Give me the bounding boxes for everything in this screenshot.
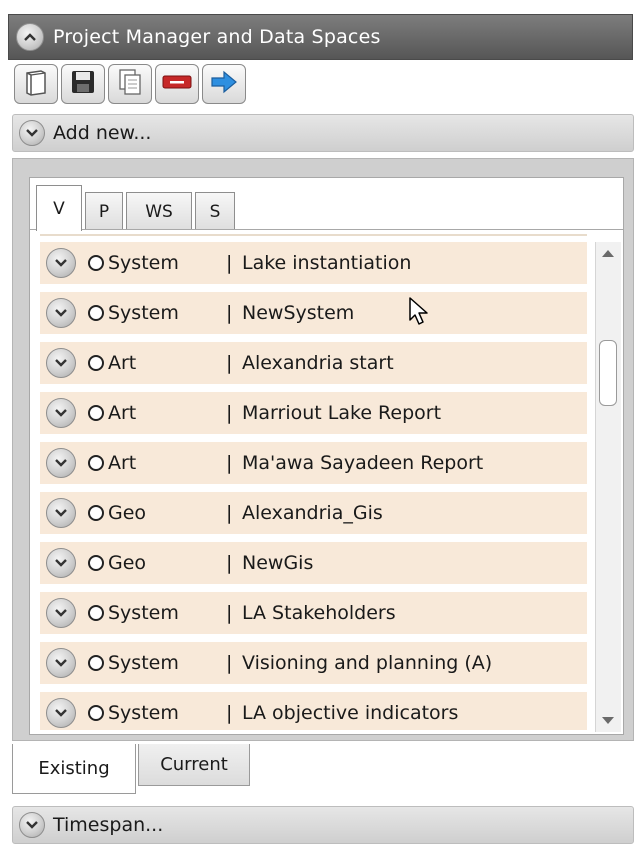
- list-divider: [40, 234, 587, 236]
- panel-title: Project Manager and Data Spaces: [53, 26, 381, 48]
- save-button[interactable]: [61, 64, 105, 104]
- item-category: Art: [108, 402, 137, 424]
- list-item[interactable]: Art | Marriout Lake Report: [40, 392, 587, 434]
- chevron-up-icon[interactable]: [16, 23, 44, 51]
- item-separator: |: [226, 702, 233, 724]
- item-name: NewSystem: [242, 302, 355, 324]
- panel-header[interactable]: Project Manager and Data Spaces: [8, 14, 633, 60]
- item-category: System: [108, 302, 179, 324]
- data-space-list: System | Lake instantiation System | NewSyste…: [40, 242, 587, 730]
- chevron-down-icon[interactable]: [46, 548, 76, 578]
- chevron-down-icon[interactable]: [46, 598, 76, 628]
- arrow-right-icon: [209, 68, 239, 100]
- item-name: Lake instantiation: [242, 252, 412, 274]
- chevron-down-icon[interactable]: [46, 398, 76, 428]
- item-category: Geo: [108, 552, 147, 574]
- add-new-bar[interactable]: Add new...: [12, 114, 634, 152]
- list-item[interactable]: Art | Alexandria start: [40, 342, 587, 384]
- list-item[interactable]: Geo | NewGis: [40, 542, 587, 584]
- tab-strip: V P WS S: [30, 178, 238, 231]
- chevron-down-icon[interactable]: [46, 298, 76, 328]
- radio-button[interactable]: [88, 605, 104, 621]
- item-separator: |: [226, 402, 233, 424]
- item-separator: |: [226, 452, 233, 474]
- chevron-down-icon[interactable]: [46, 448, 76, 478]
- chevron-down-icon[interactable]: [46, 248, 76, 278]
- item-name: LA objective indicators: [242, 702, 459, 724]
- item-separator: |: [226, 302, 233, 324]
- timespan-label: Timespan...: [53, 814, 164, 836]
- radio-button[interactable]: [88, 705, 104, 721]
- item-name: Alexandria_Gis: [242, 502, 383, 524]
- item-category: System: [108, 652, 179, 674]
- item-category: Art: [108, 352, 137, 374]
- copy-button[interactable]: [108, 64, 152, 104]
- save-icon: [69, 68, 97, 100]
- radio-button[interactable]: [88, 355, 104, 371]
- item-separator: |: [226, 252, 233, 274]
- toolbar: [14, 64, 246, 106]
- chevron-down-icon[interactable]: [46, 498, 76, 528]
- list-item[interactable]: System | LA Stakeholders: [40, 592, 587, 634]
- radio-button[interactable]: [88, 255, 104, 271]
- remove-icon: [161, 72, 193, 96]
- list-item[interactable]: Art | Ma'awa Sayadeen Report: [40, 442, 587, 484]
- radio-button[interactable]: [88, 555, 104, 571]
- item-category: System: [108, 252, 179, 274]
- top-frame: [0, 0, 639, 12]
- scroll-up-arrow-icon[interactable]: [602, 250, 614, 257]
- item-name: Ma'awa Sayadeen Report: [242, 452, 484, 474]
- list-item[interactable]: System | Lake instantiation: [40, 242, 587, 284]
- tab-divider: [30, 229, 623, 230]
- next-button[interactable]: [202, 64, 246, 104]
- bottom-tab-strip: Existing Current: [12, 744, 252, 796]
- copy-icon: [116, 67, 144, 101]
- radio-button[interactable]: [88, 305, 104, 321]
- radio-button[interactable]: [88, 505, 104, 521]
- data-spaces-panel: V P WS S System | Lake instantiation System…: [12, 158, 634, 741]
- item-separator: |: [226, 352, 233, 374]
- list-item[interactable]: System | Visioning and planning (A): [40, 642, 587, 684]
- timespan-bar[interactable]: Timespan...: [12, 806, 634, 844]
- vertical-scrollbar[interactable]: [595, 242, 621, 732]
- tab-v[interactable]: V: [36, 185, 82, 231]
- remove-button[interactable]: [155, 64, 199, 104]
- item-separator: |: [226, 552, 233, 574]
- scroll-thumb[interactable]: [599, 340, 617, 406]
- tab-s[interactable]: S: [195, 192, 235, 230]
- scroll-down-arrow-icon[interactable]: [602, 717, 614, 724]
- list-item[interactable]: System | LA objective indicators: [40, 692, 587, 730]
- item-separator: |: [226, 602, 233, 624]
- item-separator: |: [226, 502, 233, 524]
- chevron-down-icon[interactable]: [19, 812, 45, 838]
- item-name: Marriout Lake Report: [242, 402, 442, 424]
- chevron-down-icon[interactable]: [46, 698, 76, 728]
- chevron-down-icon[interactable]: [46, 648, 76, 678]
- open-book-icon: [21, 67, 51, 101]
- item-name: NewGis: [242, 552, 314, 574]
- tab-p[interactable]: P: [85, 192, 123, 230]
- tab-current[interactable]: Current: [138, 744, 250, 786]
- item-category: Art: [108, 452, 137, 474]
- list-item[interactable]: Geo | Alexandria_Gis: [40, 492, 587, 534]
- item-category: System: [108, 702, 179, 724]
- item-name: Visioning and planning (A): [242, 652, 493, 674]
- open-button[interactable]: [14, 64, 58, 104]
- item-category: System: [108, 602, 179, 624]
- tab-ws[interactable]: WS: [126, 192, 192, 230]
- tab-existing[interactable]: Existing: [12, 744, 136, 794]
- radio-button[interactable]: [88, 655, 104, 671]
- mouse-cursor-icon: [408, 296, 430, 330]
- item-name: LA Stakeholders: [242, 602, 396, 624]
- chevron-down-icon[interactable]: [46, 348, 76, 378]
- list-item[interactable]: System | NewSystem: [40, 292, 587, 334]
- item-category: Geo: [108, 502, 147, 524]
- radio-button[interactable]: [88, 405, 104, 421]
- radio-button[interactable]: [88, 455, 104, 471]
- item-separator: |: [226, 652, 233, 674]
- add-new-label: Add new...: [53, 122, 152, 144]
- tab-container: V P WS S System | Lake instantiation System…: [29, 177, 624, 735]
- chevron-down-icon[interactable]: [19, 120, 45, 146]
- item-name: Alexandria start: [242, 352, 394, 374]
